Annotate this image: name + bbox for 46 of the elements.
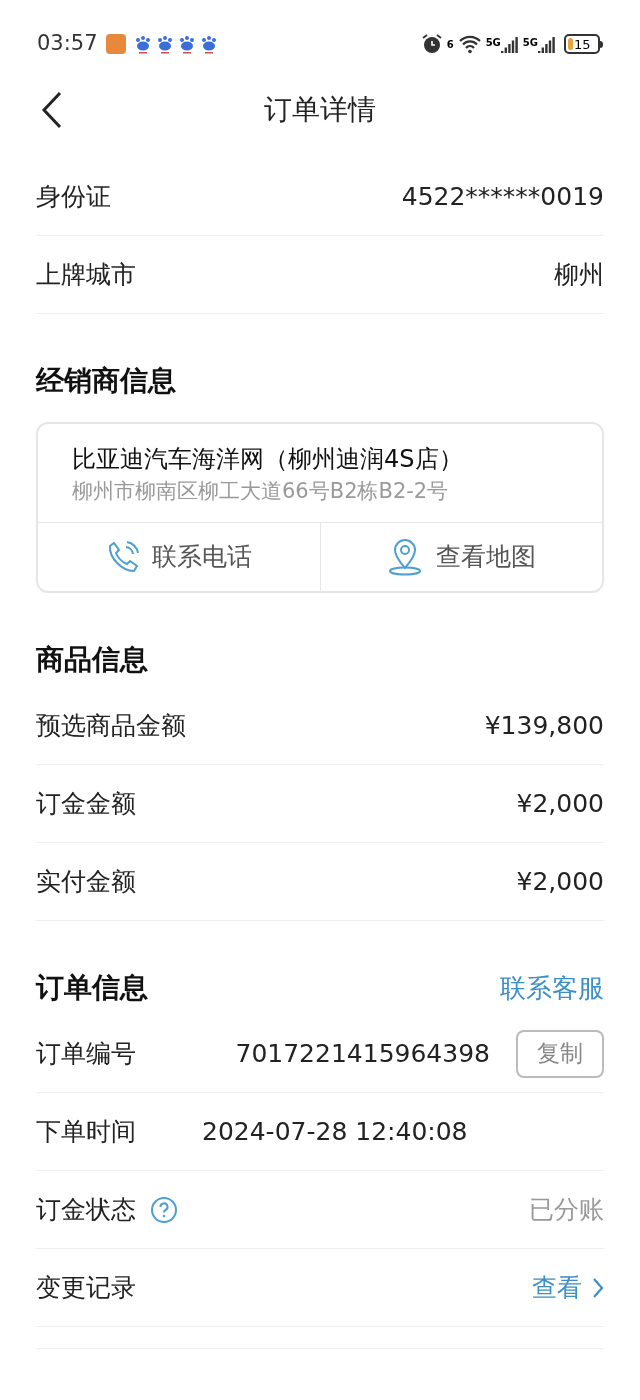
help-icon[interactable] — [150, 1195, 178, 1224]
order-number: 7017221415964398 — [235, 1037, 490, 1070]
row-label: 变更记录 — [36, 1271, 136, 1304]
row-value: 2024-07-28 12:40:08 — [202, 1115, 468, 1148]
app-icon — [105, 34, 126, 54]
row-label: 订金状态 — [36, 1193, 136, 1226]
battery-fill — [568, 38, 573, 50]
paw-icon — [177, 34, 196, 54]
call-button[interactable]: 联系电话 — [38, 523, 320, 591]
row-label: 订金金额 — [36, 787, 136, 820]
map-button[interactable]: 查看地图 — [319, 523, 602, 591]
row-value: 柳州 — [554, 258, 604, 291]
back-button[interactable] — [40, 90, 64, 130]
view-link[interactable]: 查看 — [532, 1268, 604, 1307]
paw-icon — [155, 34, 174, 54]
network-label: 5G — [522, 36, 538, 50]
row-label: 下单时间 — [36, 1115, 136, 1148]
row-value: ¥139,800 — [484, 709, 604, 742]
section-title: 经销商信息 — [36, 363, 177, 399]
paw-icon — [133, 34, 152, 54]
row-value: ¥2,000 — [516, 865, 604, 898]
contact-service-link[interactable]: 联系客服 — [500, 968, 604, 1008]
battery-level: 15 — [574, 37, 591, 51]
wifi-label: 6 — [446, 38, 454, 52]
row-label: 实付金额 — [36, 865, 136, 898]
row-label: 上牌城市 — [36, 258, 136, 291]
row-label: 预选商品金额 — [36, 709, 186, 742]
status-time: 03:57 — [37, 30, 98, 58]
network-label: 5G — [485, 36, 501, 50]
row-label: 身份证 — [36, 180, 111, 213]
row-value: ¥2,000 — [516, 787, 604, 820]
dealer-address: 柳州市柳南区柳工大道66号B2栋B2-2号 — [72, 478, 450, 505]
section-title: 订单信息 — [36, 970, 148, 1006]
signal-icon — [500, 35, 519, 53]
wifi-icon — [457, 34, 482, 54]
dealer-name: 比亚迪汽车海洋网（柳州迪润4S店） — [72, 444, 464, 475]
section-title: 商品信息 — [36, 642, 149, 678]
signal-icon — [538, 35, 556, 53]
page-title: 订单详情 — [264, 92, 376, 128]
row-value: 4522******0019 — [401, 180, 604, 213]
alarm-icon — [420, 33, 443, 55]
row-value: 已分账 — [529, 1193, 604, 1226]
row-label: 订单编号 — [36, 1037, 136, 1070]
copy-button[interactable]: 复制 — [516, 1029, 604, 1078]
paw-icon — [199, 34, 218, 54]
chevron-right-icon — [592, 1276, 604, 1299]
